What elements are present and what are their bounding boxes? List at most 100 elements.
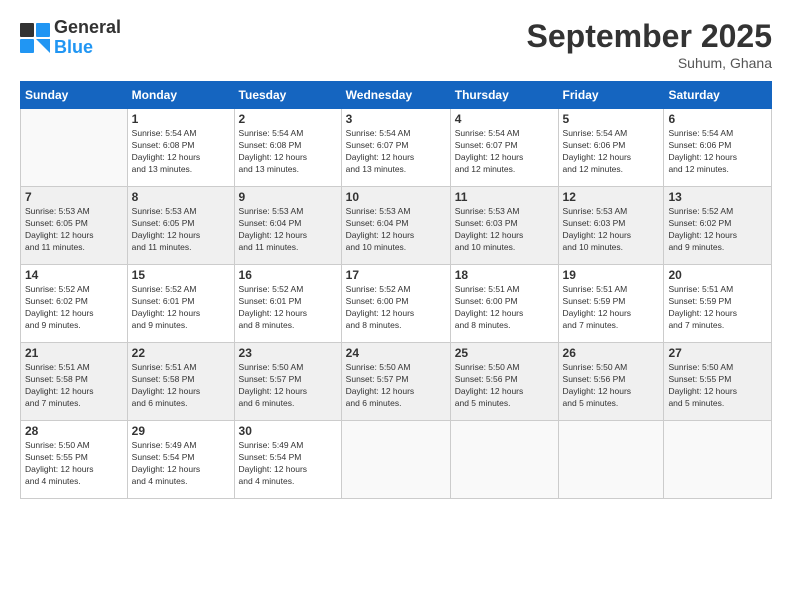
table-row: 12 Sunrise: 5:53 AM Sunset: 6:03 PM Dayli… (558, 187, 664, 265)
day-number: 25 (455, 346, 554, 360)
day-info: Sunrise: 5:54 AM Sunset: 6:06 PM Dayligh… (668, 128, 767, 176)
table-row: 5Sunrise: 5:54 AM Sunset: 6:06 PM Daylig… (558, 109, 664, 187)
day-number: 23 (239, 346, 337, 360)
day-number: 3 (346, 112, 446, 126)
calendar-week-row: 14 Sunrise: 5:52 AM Sunset: 6:02 PM Dayli… (21, 265, 772, 343)
table-row: 25 Sunrise: 5:50 AM Sunset: 5:56 PM Dayli… (450, 343, 558, 421)
day-number: 19 (563, 268, 660, 282)
calendar-week-row: 28 Sunrise: 5:50 AM Sunset: 5:55 PM Dayli… (21, 421, 772, 499)
table-row (664, 421, 772, 499)
table-row: 22 Sunrise: 5:51 AM Sunset: 5:58 PM Dayli… (127, 343, 234, 421)
table-row: 16Sunrise: 5:52 AM Sunset: 6:01 PM Dayli… (234, 265, 341, 343)
logo: General Blue (20, 18, 121, 58)
table-row: 26Sunrise: 5:50 AM Sunset: 5:56 PM Dayli… (558, 343, 664, 421)
day-info: Sunrise: 5:52 AM Sunset: 6:02 PM Dayligh… (668, 206, 767, 254)
day-number: 15 (132, 268, 230, 282)
day-info: Sunrise: 5:53 AM Sunset: 6:03 PM Dayligh… (455, 206, 554, 254)
table-row: 15 Sunrise: 5:52 AM Sunset: 6:01 PM Dayli… (127, 265, 234, 343)
col-tuesday: Tuesday (234, 82, 341, 109)
table-row: 27 Sunrise: 5:50 AM Sunset: 5:55 PM Dayli… (664, 343, 772, 421)
day-info: Sunrise: 5:50 AM Sunset: 5:55 PM Dayligh… (25, 440, 123, 488)
day-number: 13 (668, 190, 767, 204)
col-friday: Friday (558, 82, 664, 109)
day-number: 17 (346, 268, 446, 282)
col-sunday: Sunday (21, 82, 128, 109)
day-number: 1 (132, 112, 230, 126)
day-info: Sunrise: 5:49 AM Sunset: 5:54 PM Dayligh… (239, 440, 337, 488)
day-info: Sunrise: 5:54 AM Sunset: 6:08 PM Dayligh… (132, 128, 230, 176)
table-row (21, 109, 128, 187)
table-row: 24Sunrise: 5:50 AM Sunset: 5:57 PM Dayli… (341, 343, 450, 421)
table-row: 3 Sunrise: 5:54 AM Sunset: 6:07 PM Daylig… (341, 109, 450, 187)
title-block: September 2025 Suhum, Ghana (527, 18, 772, 71)
table-row: 2 Sunrise: 5:54 AM Sunset: 6:08 PM Daylig… (234, 109, 341, 187)
day-number: 14 (25, 268, 123, 282)
day-info: Sunrise: 5:53 AM Sunset: 6:05 PM Dayligh… (25, 206, 123, 254)
day-info: Sunrise: 5:49 AM Sunset: 5:54 PM Dayligh… (132, 440, 230, 488)
table-row (341, 421, 450, 499)
logo-text: General Blue (54, 18, 121, 58)
table-row: 14 Sunrise: 5:52 AM Sunset: 6:02 PM Dayli… (21, 265, 128, 343)
table-row: 4 Sunrise: 5:54 AM Sunset: 6:07 PM Daylig… (450, 109, 558, 187)
location: Suhum, Ghana (527, 55, 772, 71)
day-info: Sunrise: 5:50 AM Sunset: 5:57 PM Dayligh… (346, 362, 446, 410)
calendar-week-row: 21 Sunrise: 5:51 AM Sunset: 5:58 PM Dayli… (21, 343, 772, 421)
day-info: Sunrise: 5:54 AM Sunset: 6:08 PM Dayligh… (239, 128, 337, 176)
day-info: Sunrise: 5:51 AM Sunset: 5:58 PM Dayligh… (25, 362, 123, 410)
col-monday: Monday (127, 82, 234, 109)
day-number: 27 (668, 346, 767, 360)
table-row: 30 Sunrise: 5:49 AM Sunset: 5:54 PM Dayli… (234, 421, 341, 499)
day-info: Sunrise: 5:53 AM Sunset: 6:04 PM Dayligh… (239, 206, 337, 254)
day-info: Sunrise: 5:54 AM Sunset: 6:07 PM Dayligh… (455, 128, 554, 176)
calendar-header-row: Sunday Monday Tuesday Wednesday Thursday… (21, 82, 772, 109)
day-number: 28 (25, 424, 123, 438)
day-info: Sunrise: 5:51 AM Sunset: 6:00 PM Dayligh… (455, 284, 554, 332)
day-number: 7 (25, 190, 123, 204)
calendar-week-row: 1 Sunrise: 5:54 AM Sunset: 6:08 PM Daylig… (21, 109, 772, 187)
day-info: Sunrise: 5:52 AM Sunset: 6:01 PM Dayligh… (239, 284, 337, 332)
day-info: Sunrise: 5:53 AM Sunset: 6:03 PM Dayligh… (563, 206, 660, 254)
day-number: 4 (455, 112, 554, 126)
day-number: 12 (563, 190, 660, 204)
day-info: Sunrise: 5:54 AM Sunset: 6:07 PM Dayligh… (346, 128, 446, 176)
day-number: 21 (25, 346, 123, 360)
day-number: 10 (346, 190, 446, 204)
day-number: 30 (239, 424, 337, 438)
calendar: Sunday Monday Tuesday Wednesday Thursday… (20, 81, 772, 499)
day-number: 29 (132, 424, 230, 438)
table-row: 21 Sunrise: 5:51 AM Sunset: 5:58 PM Dayli… (21, 343, 128, 421)
logo-icon (20, 23, 50, 53)
table-row: 29 Sunrise: 5:49 AM Sunset: 5:54 PM Dayli… (127, 421, 234, 499)
day-info: Sunrise: 5:50 AM Sunset: 5:56 PM Dayligh… (563, 362, 660, 410)
day-number: 18 (455, 268, 554, 282)
table-row: 11Sunrise: 5:53 AM Sunset: 6:03 PM Dayli… (450, 187, 558, 265)
day-info: Sunrise: 5:50 AM Sunset: 5:57 PM Dayligh… (239, 362, 337, 410)
table-row (558, 421, 664, 499)
day-info: Sunrise: 5:52 AM Sunset: 6:01 PM Dayligh… (132, 284, 230, 332)
table-row: 17Sunrise: 5:52 AM Sunset: 6:00 PM Dayli… (341, 265, 450, 343)
day-info: Sunrise: 5:53 AM Sunset: 6:05 PM Dayligh… (132, 206, 230, 254)
table-row: 7 Sunrise: 5:53 AM Sunset: 6:05 PM Daylig… (21, 187, 128, 265)
day-number: 8 (132, 190, 230, 204)
day-number: 6 (668, 112, 767, 126)
table-row: 13 Sunrise: 5:52 AM Sunset: 6:02 PM Dayli… (664, 187, 772, 265)
table-row: 23 Sunrise: 5:50 AM Sunset: 5:57 PM Dayli… (234, 343, 341, 421)
table-row (450, 421, 558, 499)
calendar-week-row: 7 Sunrise: 5:53 AM Sunset: 6:05 PM Daylig… (21, 187, 772, 265)
day-info: Sunrise: 5:51 AM Sunset: 5:59 PM Dayligh… (563, 284, 660, 332)
col-saturday: Saturday (664, 82, 772, 109)
table-row: 1 Sunrise: 5:54 AM Sunset: 6:08 PM Daylig… (127, 109, 234, 187)
day-info: Sunrise: 5:51 AM Sunset: 5:58 PM Dayligh… (132, 362, 230, 410)
day-info: Sunrise: 5:54 AM Sunset: 6:06 PM Dayligh… (563, 128, 660, 176)
day-info: Sunrise: 5:52 AM Sunset: 6:02 PM Dayligh… (25, 284, 123, 332)
day-info: Sunrise: 5:53 AM Sunset: 6:04 PM Dayligh… (346, 206, 446, 254)
day-number: 9 (239, 190, 337, 204)
day-info: Sunrise: 5:50 AM Sunset: 5:55 PM Dayligh… (668, 362, 767, 410)
table-row: 8 Sunrise: 5:53 AM Sunset: 6:05 PM Daylig… (127, 187, 234, 265)
day-info: Sunrise: 5:50 AM Sunset: 5:56 PM Dayligh… (455, 362, 554, 410)
table-row: 10 Sunrise: 5:53 AM Sunset: 6:04 PM Dayli… (341, 187, 450, 265)
day-number: 22 (132, 346, 230, 360)
day-number: 2 (239, 112, 337, 126)
table-row: 6 Sunrise: 5:54 AM Sunset: 6:06 PM Daylig… (664, 109, 772, 187)
logo-general: General (54, 18, 121, 38)
